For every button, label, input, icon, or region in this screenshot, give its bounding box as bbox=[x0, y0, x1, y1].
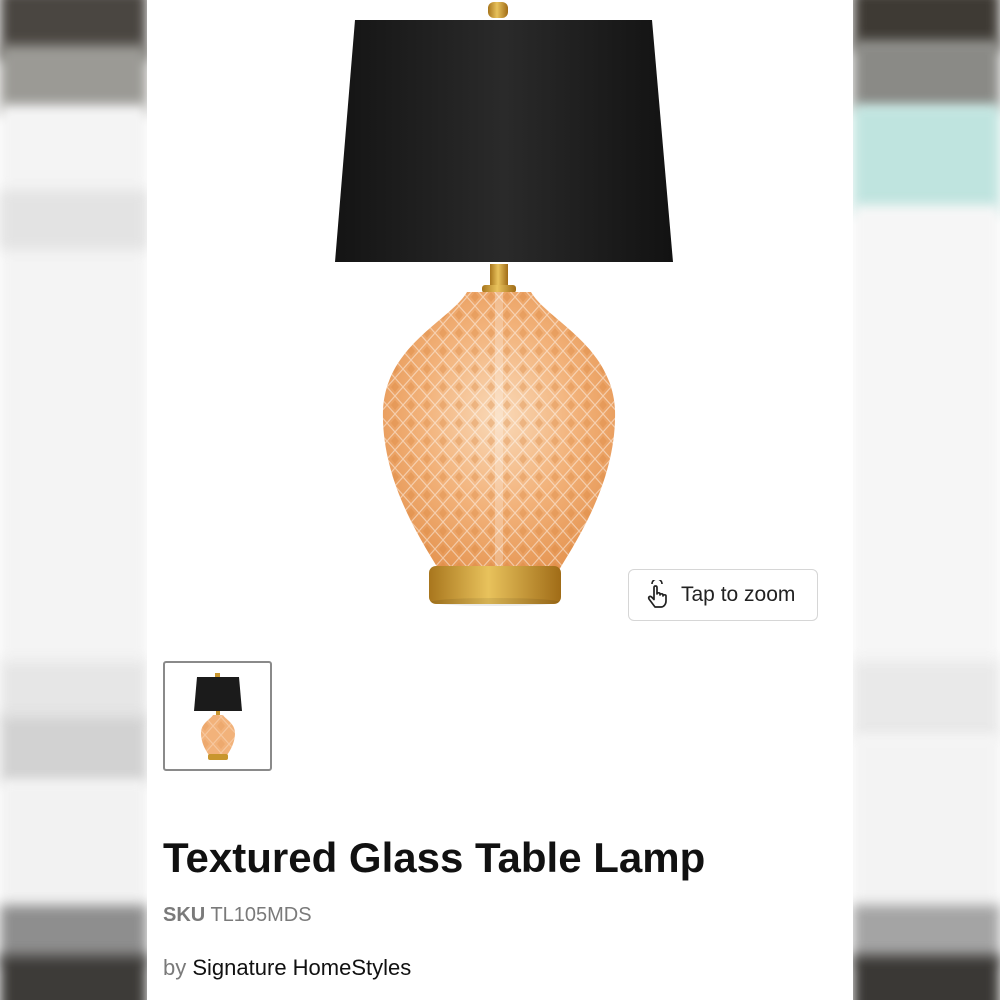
product-page: Tap to zoom Textured Glass Table Lamp SK… bbox=[147, 0, 853, 1000]
by-label: by bbox=[163, 955, 187, 980]
brand-link[interactable]: Signature HomeStyles bbox=[192, 955, 411, 980]
product-hero-image[interactable] bbox=[147, 0, 853, 640]
tap-hand-icon bbox=[643, 580, 671, 610]
product-title: Textured Glass Table Lamp bbox=[163, 834, 706, 881]
sku-label: SKU bbox=[163, 904, 206, 926]
thumbnail-1[interactable] bbox=[163, 661, 272, 771]
left-blur-bar bbox=[0, 0, 147, 1000]
lamp-thumbnail-image bbox=[194, 673, 242, 760]
tap-to-zoom-button[interactable]: Tap to zoom bbox=[628, 569, 818, 621]
finial bbox=[488, 2, 508, 18]
right-blur-bar bbox=[853, 0, 1000, 1000]
screen: Tap to zoom Textured Glass Table Lamp SK… bbox=[0, 0, 1000, 1000]
lamp-image bbox=[335, 2, 673, 606]
product-sku: SKU TL105MDS bbox=[163, 902, 312, 928]
tap-to-zoom-label: Tap to zoom bbox=[681, 583, 796, 606]
lamp-shade bbox=[335, 20, 673, 262]
sku-value: TL105MDS bbox=[210, 904, 312, 926]
product-brand: by Signature HomeStyles bbox=[163, 954, 411, 982]
